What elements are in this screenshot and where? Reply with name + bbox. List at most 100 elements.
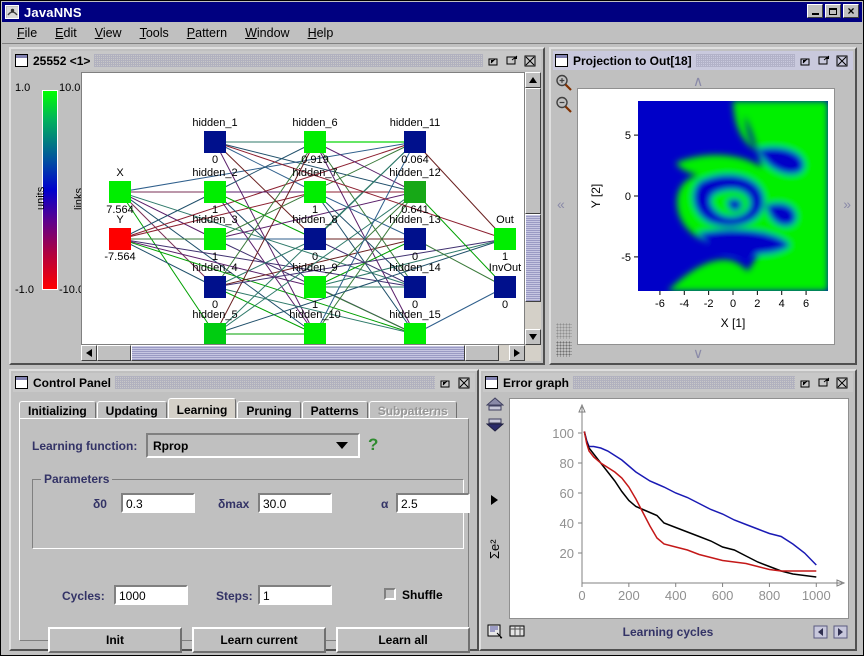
projection-plot[interactable]: -6 -4 -2 0 2 4 6 5 0 -5 X [1] Y [2] — [577, 88, 835, 345]
network-node-hidden_7[interactable]: hidden_7 1 — [292, 167, 337, 216]
next-icon[interactable] — [833, 624, 849, 640]
restore-icon[interactable] — [799, 376, 814, 390]
restore-icon[interactable] — [487, 54, 502, 68]
network-node-Out[interactable]: Out 1 — [494, 214, 516, 263]
maximize-icon[interactable] — [817, 376, 832, 390]
node-square — [404, 228, 426, 250]
error-graph-plot[interactable]: 0 200 400 600 800 1000 20 40 60 80 100 — [509, 398, 849, 619]
network-node-hidden_14[interactable]: hidden_14 0 — [389, 262, 440, 311]
menu-tools[interactable]: Tools — [131, 24, 178, 42]
param-2-field[interactable] — [396, 493, 470, 513]
grid-icon[interactable] — [556, 323, 572, 339]
network-node-hidden_10[interactable]: hidden_100.999 — [289, 309, 341, 344]
tab-learning[interactable]: Learning — [167, 398, 237, 420]
restore-icon[interactable] — [799, 54, 814, 68]
maximize-icon[interactable] — [505, 54, 520, 68]
cycles-field[interactable] — [114, 585, 188, 605]
network-node-Y[interactable]: Y -7.564 — [104, 214, 135, 263]
parameters-group: Parameters δ0 δmax α — [32, 472, 470, 549]
down-icon[interactable] — [485, 417, 505, 436]
scroll-down-button[interactable] — [525, 329, 541, 345]
learn-all-button[interactable]: Learn all — [336, 627, 470, 653]
close-icon[interactable] — [835, 376, 850, 390]
network-horizontal-scrollbar[interactable] — [81, 345, 525, 361]
menu-view[interactable]: View — [86, 24, 131, 42]
network-node-hidden_15[interactable]: hidden_150.999 — [389, 309, 441, 344]
shuffle-checkbox[interactable] — [384, 588, 396, 600]
control-panel-title: Control Panel — [33, 375, 112, 390]
scroll-up-button[interactable] — [525, 72, 541, 88]
restore-icon[interactable] — [439, 376, 454, 390]
horizontal-scroll-thumb[interactable] — [131, 345, 465, 361]
vertical-scroll-thumb[interactable] — [525, 88, 541, 214]
learn-current-button[interactable]: Learn current — [192, 627, 326, 653]
network-node-hidden_3[interactable]: hidden_3 1 — [192, 214, 237, 263]
param-0-field[interactable] — [121, 493, 195, 513]
scroll-right-chevron-icon[interactable]: » — [843, 196, 851, 212]
close-icon[interactable] — [523, 54, 538, 68]
node-square — [404, 323, 426, 344]
scroll-down-chevron-icon[interactable]: ∨ — [693, 345, 703, 362]
grid-icon-2[interactable] — [556, 341, 572, 357]
network-node-hidden_13[interactable]: hidden_13 0 — [389, 214, 440, 263]
question-mark-icon[interactable]: ? — [368, 435, 378, 455]
projection-window-titlebar[interactable]: Projection to Out[18] — [553, 51, 853, 70]
learning-function-combobox[interactable]: Rprop — [146, 433, 360, 458]
up-icon[interactable] — [485, 397, 505, 416]
network-vertical-scrollbar[interactable] — [525, 72, 541, 345]
minimize-button[interactable] — [807, 4, 823, 18]
window-icon — [485, 376, 498, 389]
network-window-titlebar[interactable]: 25552 <1> — [13, 51, 541, 70]
network-node-InvOut[interactable]: InvOut 0 — [489, 262, 521, 311]
color-legend: 1.0 10.0 -1.0 -10.0 units links — [13, 72, 85, 361]
close-icon[interactable] — [457, 376, 472, 390]
scroll-right-button[interactable] — [509, 345, 525, 361]
param-1-field[interactable] — [258, 493, 332, 513]
vertical-scroll-track-highlight[interactable] — [525, 214, 541, 302]
init-button[interactable]: Init — [48, 627, 182, 653]
menu-pattern[interactable]: Pattern — [178, 24, 236, 42]
node-value-label: 0 — [501, 299, 509, 311]
network-node-hidden_2[interactable]: hidden_2 1 — [192, 167, 237, 216]
network-canvas[interactable]: X 7.564 Y -7.564 hidden_1 0 hidden_2 1 hidden_3 1… — [81, 72, 525, 345]
scroll-left-button[interactable] — [81, 345, 97, 361]
network-node-hidden_11[interactable]: hidden_11 0.064 — [390, 117, 441, 166]
maximize-button[interactable] — [825, 4, 841, 18]
network-node-hidden_5[interactable]: hidden_50.797 — [192, 309, 238, 344]
application-title: JavaNNS — [24, 4, 82, 20]
error-graph-caption: Learning cycles — [622, 625, 714, 639]
zoom-in-icon[interactable] — [555, 74, 573, 92]
horizontal-scroll-right-track[interactable] — [465, 345, 499, 361]
expand-arrow-icon[interactable] — [491, 494, 499, 508]
maximize-icon[interactable] — [817, 54, 832, 68]
close-icon[interactable] — [835, 54, 850, 68]
zoom-out-icon[interactable] — [555, 96, 573, 114]
scroll-left-chevron-icon[interactable]: « — [557, 196, 565, 212]
close-button[interactable] — [843, 4, 859, 18]
learning-function-label: Learning function: — [32, 439, 138, 453]
network-node-X[interactable]: X 7.564 — [106, 167, 134, 216]
network-window-title: 25552 <1> — [33, 53, 91, 68]
network-node-hidden_9[interactable]: hidden_9 1 — [292, 262, 337, 311]
network-node-hidden_4[interactable]: hidden_4 0 — [192, 262, 237, 311]
control-panel-titlebar[interactable]: Control Panel — [13, 373, 475, 392]
menu-window[interactable]: Window — [236, 24, 298, 42]
network-node-hidden_1[interactable]: hidden_1 0 — [192, 117, 237, 166]
node-square — [404, 181, 426, 203]
node-name-label: hidden_9 — [292, 262, 338, 274]
menu-help[interactable]: Help — [299, 24, 343, 42]
horizontal-scroll-left-track[interactable] — [97, 345, 131, 361]
error-graph-window: Error graph Σe² 0 200 400 600 800 1000 2… — [479, 369, 857, 651]
error-graph-titlebar[interactable]: Error graph — [483, 373, 853, 392]
network-node-hidden_8[interactable]: hidden_8 0 — [292, 214, 337, 263]
projection-y-tick: -5 — [621, 252, 631, 264]
menu-edit[interactable]: Edit — [46, 24, 86, 42]
network-node-hidden_6[interactable]: hidden_6 0.919 — [292, 117, 337, 166]
steps-field[interactable] — [258, 585, 332, 605]
scrollbar-corner — [525, 345, 541, 361]
prev-icon[interactable] — [813, 624, 829, 640]
error-graph-x-tick: 800 — [759, 588, 781, 603]
projection-window-title: Projection to Out[18] — [573, 53, 692, 68]
menu-file[interactable]: File — [8, 24, 46, 42]
network-node-hidden_12[interactable]: hidden_12 0.641 — [389, 167, 440, 216]
